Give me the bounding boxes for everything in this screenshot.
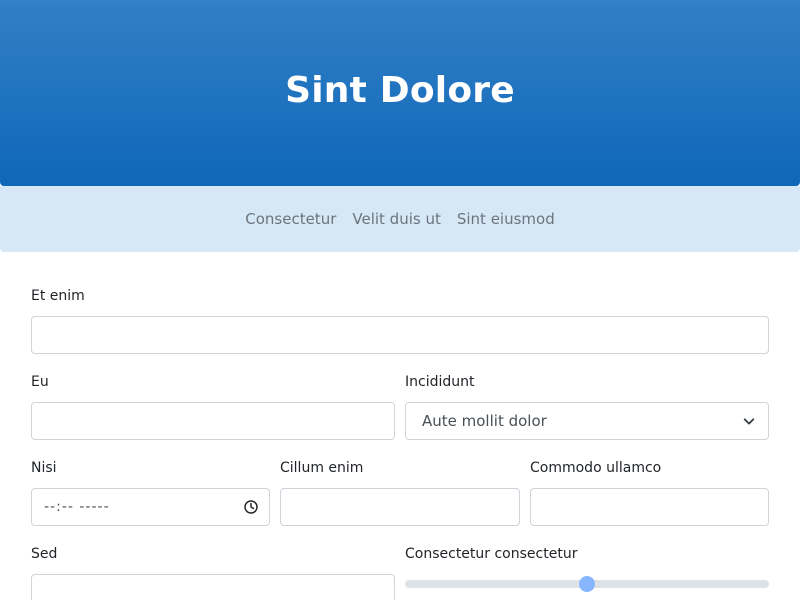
page-title: Sint Dolore (285, 69, 515, 111)
nav-link-sint-eiusmod[interactable]: Sint eiusmod (457, 210, 555, 228)
page-header: Sint Dolore (0, 0, 800, 186)
nisi-time-input[interactable]: --:-- ----- (31, 488, 270, 526)
nav-link-velit-duis-ut[interactable]: Velit duis ut (352, 210, 440, 228)
sed-input[interactable] (31, 574, 395, 600)
incididunt-selected-value: Aute mollit dolor (422, 412, 547, 430)
cillum-enim-label: Cillum enim (280, 460, 364, 476)
eu-label: Eu (31, 374, 49, 390)
incididunt-label: Incididunt (405, 374, 475, 390)
chevron-down-icon (743, 418, 755, 425)
incididunt-select[interactable]: Aute mollit dolor (405, 402, 769, 440)
nav-link-consectetur[interactable]: Consectetur (245, 210, 336, 228)
sed-label: Sed (31, 546, 58, 562)
nav-bar: Consectetur Velit duis ut Sint eiusmod (0, 186, 800, 252)
clock-icon[interactable] (243, 499, 259, 515)
et-enim-label: Et enim (31, 288, 85, 304)
nisi-label: Nisi (31, 460, 57, 476)
cillum-enim-input[interactable] (280, 488, 520, 526)
commodo-ullamco-input[interactable] (530, 488, 769, 526)
nisi-time-value: --:-- ----- (44, 499, 110, 515)
range-thumb[interactable] (579, 576, 595, 592)
consectetur-range-slider[interactable] (405, 576, 769, 592)
et-enim-input[interactable] (31, 316, 769, 354)
eu-input[interactable] (31, 402, 395, 440)
consectetur-consectetur-label: Consectetur consectetur (405, 546, 578, 562)
commodo-ullamco-label: Commodo ullamco (530, 460, 662, 476)
